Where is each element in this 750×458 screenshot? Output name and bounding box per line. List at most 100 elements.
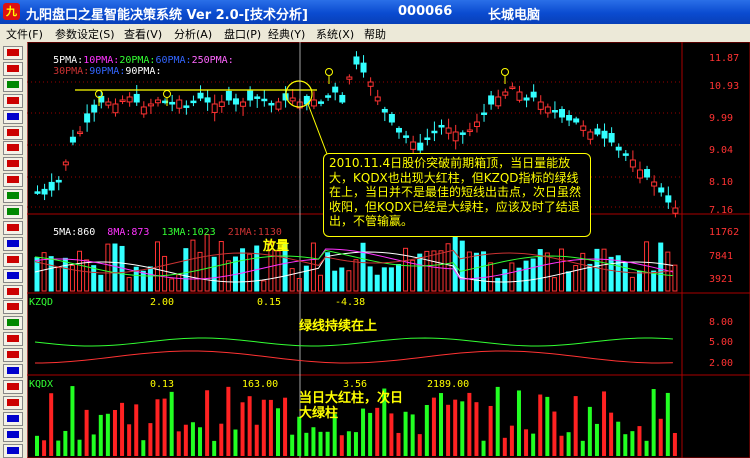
volume-bar [608, 256, 614, 292]
table-button[interactable] [3, 284, 23, 299]
kqdx-bar [368, 412, 373, 456]
menu-button[interactable] [3, 395, 23, 410]
volume-note: 放量 [263, 239, 290, 254]
candle-body [381, 108, 388, 113]
kqdx-bar [410, 414, 415, 456]
kqdx-bar [509, 425, 514, 456]
chart2-icon [7, 335, 19, 343]
wave-button[interactable] [3, 93, 23, 108]
grid-button[interactable] [3, 125, 23, 140]
price-axis-5: 8.10 [709, 177, 734, 188]
star-button[interactable] [3, 189, 23, 204]
doc-button[interactable] [3, 236, 23, 251]
kqdx-bar [552, 411, 557, 456]
volume-bar [318, 274, 324, 292]
menu-file[interactable]: 文件(F) [6, 26, 43, 42]
signal-marker-icon [325, 68, 333, 76]
candle-body [232, 98, 239, 105]
bars2-button[interactable] [3, 364, 23, 378]
kqdx-bar [467, 392, 472, 456]
volume-bar [289, 268, 295, 292]
window-title: 九阳盘口之星智能决策系统 Ver 2.0-[技术分析] [26, 8, 308, 23]
candle-body [374, 96, 381, 102]
volume-bar [353, 259, 359, 292]
candle-body [502, 91, 509, 96]
bars-button[interactable] [3, 109, 23, 124]
menu-system[interactable]: 系统(X) [316, 26, 354, 42]
candle-body [481, 112, 488, 115]
kqdx-bar [112, 409, 117, 456]
kqdx-bar [56, 440, 61, 456]
split-button[interactable] [3, 300, 23, 315]
kqdx-bar [261, 399, 266, 456]
ma250-label: 250PMA: [191, 55, 234, 66]
candle-body [289, 97, 296, 102]
price-axis-2: 10.93 [709, 81, 740, 92]
up-down-button[interactable] [3, 157, 23, 172]
arrow-button[interactable] [3, 141, 23, 156]
candle-chart-button[interactable] [3, 61, 23, 76]
kqdx-bar [141, 440, 146, 456]
info-button[interactable] [3, 268, 23, 283]
stock-button[interactable] [3, 316, 23, 331]
candle-body [218, 101, 225, 107]
w-button[interactable] [3, 173, 23, 188]
menu-view[interactable]: 查看(V) [124, 26, 162, 42]
menu-handicap[interactable]: 盘口(P) [224, 26, 261, 42]
volume-bar [162, 255, 168, 292]
candle-body [154, 99, 161, 104]
tree-button[interactable] [3, 205, 23, 219]
stock-icon [7, 319, 19, 327]
tree-icon [7, 208, 19, 215]
kqdx-bar [162, 398, 167, 456]
calc-icon [7, 223, 19, 231]
kqdx-bar [609, 412, 614, 456]
candle-body [594, 128, 601, 135]
volume-bar [211, 256, 217, 292]
line-chart-button[interactable] [3, 46, 23, 60]
volume-bar [296, 277, 302, 292]
calc-button[interactable] [3, 220, 23, 235]
menu-help[interactable]: 帮助 [364, 26, 386, 42]
candle-body [105, 101, 112, 106]
vol-ma13-label: 13MA:1023 [161, 227, 216, 238]
candle-body [211, 103, 218, 113]
kqdx-bar [134, 404, 139, 456]
volume-bar [629, 276, 635, 292]
kqdx-bar [524, 429, 529, 456]
candle-body [559, 109, 566, 118]
kqdx-bar [644, 440, 649, 456]
volume-bar [459, 240, 465, 292]
kqdx-bar [361, 408, 366, 456]
candle-body [339, 94, 346, 103]
kzqd-axis-2: 5.00 [709, 337, 734, 348]
menu-classic[interactable]: 经典(Y) [268, 26, 305, 42]
chart2-button[interactable] [3, 332, 23, 347]
signal-marker-icon [501, 68, 509, 76]
notes-button[interactable] [3, 348, 23, 363]
volume-legend: 5MA:860 8MA:873 13MA:1023 21MA:1130 [29, 216, 282, 249]
kqdx-bar [226, 386, 231, 456]
candle-body [509, 86, 516, 89]
pmk2-button[interactable] [3, 427, 23, 442]
volume-bar [559, 248, 565, 292]
kqdx-bar [658, 418, 663, 456]
menu-settings[interactable]: 参数设定(S) [55, 26, 115, 42]
f10-button[interactable] [3, 252, 23, 267]
kqdx-bar [424, 404, 429, 456]
menu-analysis[interactable]: 分析(A) [174, 26, 212, 42]
pmk-button[interactable] [3, 411, 23, 426]
kqdx-bar [254, 424, 259, 456]
candle-body [516, 91, 523, 101]
kqdx-bar [453, 399, 458, 456]
star-icon [7, 192, 19, 200]
candle-body [473, 121, 480, 128]
candle-body [55, 179, 62, 183]
list-icon [7, 382, 19, 390]
kzqd-red-line [34, 350, 673, 364]
trend-button[interactable] [3, 77, 23, 92]
candle-body [169, 101, 176, 105]
kqdx-bar [353, 432, 358, 456]
mail-button[interactable] [3, 443, 23, 458]
list-button[interactable] [3, 379, 23, 394]
